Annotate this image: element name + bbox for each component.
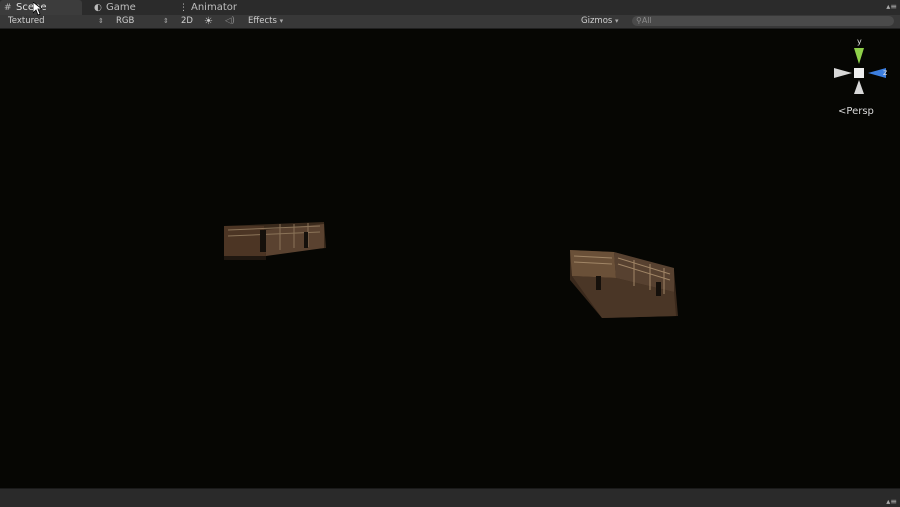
toggle-2d-label: 2D (181, 16, 193, 26)
gizmos-dropdown[interactable]: Gizmos ▾ (581, 15, 625, 28)
shading-dropdown-arrow-icon: ⇕ (98, 17, 104, 25)
scene-viewport[interactable] (0, 29, 900, 488)
gizmo-y-label: y (857, 37, 862, 46)
mouse-cursor-icon (33, 2, 43, 16)
panel-menu-icon[interactable]: ▴≡ (886, 497, 897, 506)
grid-icon: # (4, 3, 12, 13)
gizmo-center-cube[interactable] (854, 68, 864, 78)
toggle-2d-button[interactable]: 2D (181, 15, 199, 28)
neg-y-axis-cone-icon[interactable] (854, 80, 864, 94)
projection-label: Persp (846, 106, 874, 117)
x-axis-cone-icon[interactable] (834, 68, 852, 78)
y-axis-cone-icon[interactable] (854, 48, 864, 64)
pacman-icon: ◐ (94, 3, 102, 13)
projection-toggle[interactable]: <Persp (838, 106, 874, 117)
speaker-icon[interactable]: ◁) (225, 15, 239, 28)
effects-arrow-icon: ▾ (279, 17, 284, 25)
scene-search-input[interactable]: ⚲All (632, 16, 894, 26)
building-large[interactable] (566, 246, 686, 322)
building-small[interactable] (220, 212, 330, 262)
render-mode-dropdown[interactable]: RGB (116, 15, 168, 28)
animator-icon: ⋮ (179, 3, 188, 13)
tab-game-label: Game (106, 2, 136, 13)
render-mode-value: RGB (116, 16, 135, 26)
editor-tab-bar: # Scene ◐ Game ⋮ Animator ▴≡ (0, 0, 900, 16)
gizmo-z-label: z (883, 68, 887, 77)
effects-label: Effects (248, 16, 277, 26)
gizmos-label: Gizmos (581, 16, 613, 26)
tab-menu-icon[interactable]: ▴≡ (886, 2, 897, 11)
tab-animator-label: Animator (191, 2, 237, 13)
tab-animator[interactable]: ⋮ Animator (175, 0, 269, 15)
bottom-panel-bar: ▴≡ (0, 488, 900, 507)
gizmos-arrow-icon: ▾ (615, 17, 619, 25)
sun-icon[interactable]: ☀ (204, 15, 216, 28)
scene-toolbar: Textured ⇕ RGB ⇕ 2D ☀ ◁) Effects ▾ Gizmo… (0, 15, 900, 29)
search-placeholder: All (641, 16, 652, 25)
effects-dropdown[interactable]: Effects ▾ (248, 15, 290, 28)
orientation-gizmo[interactable]: y z (830, 36, 890, 98)
render-dropdown-arrow-icon: ⇕ (163, 17, 169, 25)
tab-game[interactable]: ◐ Game (90, 0, 174, 15)
shading-mode-dropdown[interactable]: Textured (8, 15, 104, 28)
shading-mode-value: Textured (8, 16, 45, 26)
